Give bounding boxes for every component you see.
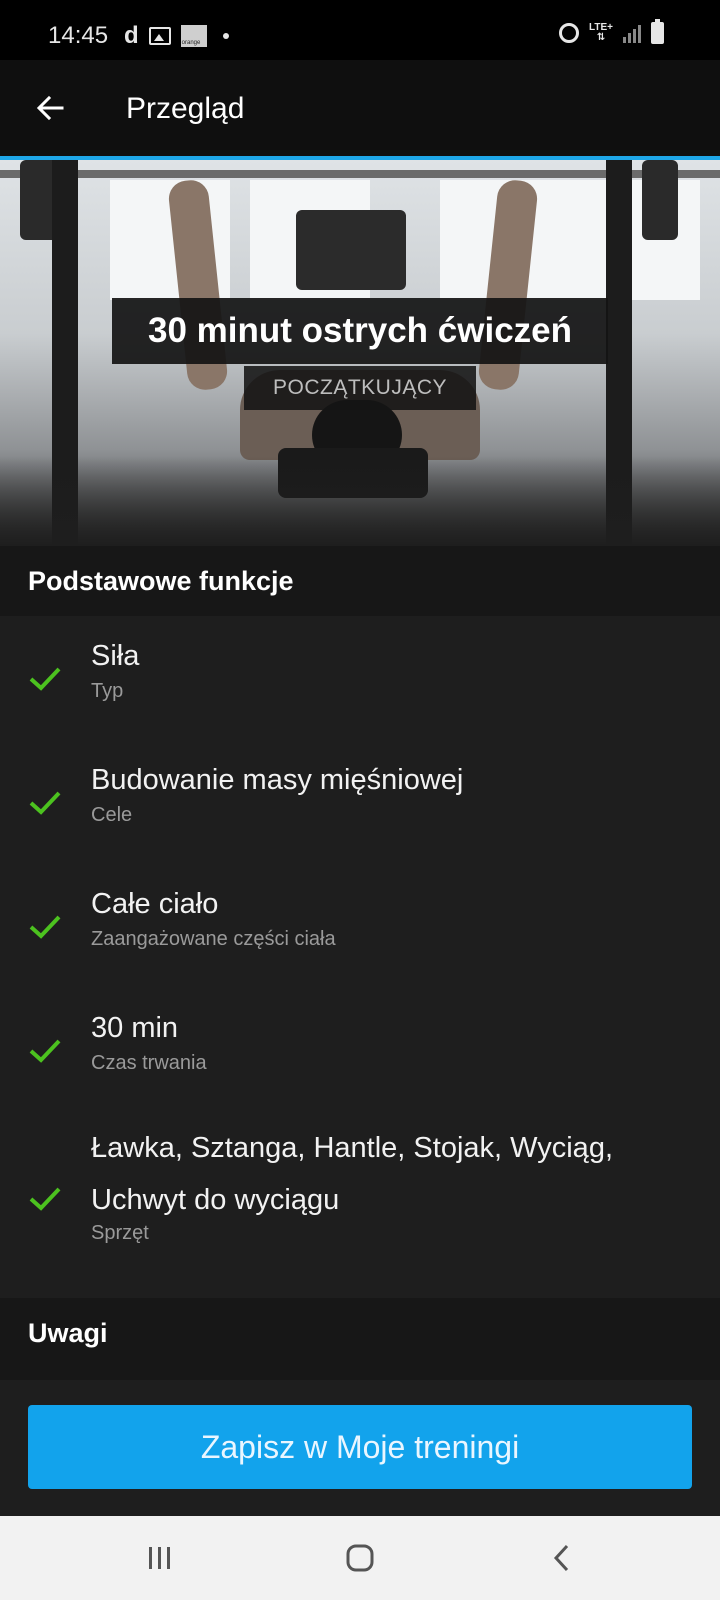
arrow-left-icon <box>36 95 64 121</box>
basics-section-title: Podstawowe funkcje <box>28 566 294 596</box>
feature-label: Cele <box>91 804 133 826</box>
back-nav-button[interactable] <box>532 1534 592 1582</box>
gallery-icon <box>148 27 171 45</box>
d-app-icon: d <box>124 22 139 49</box>
feature-value: Budowanie masy mięśniowej <box>91 764 464 796</box>
recent-apps-icon <box>149 1547 170 1569</box>
home-button[interactable] <box>330 1534 390 1582</box>
feature-value: Całe ciało <box>91 888 219 920</box>
feature-value: 30 min <box>91 1012 179 1044</box>
status-right-icons: LTE+ ⇅ <box>559 19 664 44</box>
carrier-badge-label: orange <box>181 40 201 46</box>
alarm-icon <box>559 23 580 43</box>
feature-label: Zaangażowane części ciała <box>91 928 336 950</box>
lte-label: LTE+ <box>589 22 613 33</box>
list-item: Budowanie masy mięśniowej Cele <box>0 764 720 864</box>
notes-section-title: Uwagi <box>28 1318 108 1348</box>
check-icon <box>29 791 61 815</box>
home-icon <box>346 1544 374 1572</box>
check-icon <box>29 1187 61 1211</box>
workout-title: 30 minut ostrych ćwiczeń <box>112 298 608 364</box>
feature-label: Typ <box>91 680 124 702</box>
feature-label: Czas trwania <box>91 1052 207 1074</box>
battery-icon <box>651 19 664 44</box>
recent-apps-button[interactable] <box>130 1534 190 1582</box>
feature-label: Sprzęt <box>91 1222 149 1244</box>
lte-icon: LTE+ ⇅ <box>589 22 613 43</box>
back-button[interactable] <box>28 86 72 130</box>
check-icon <box>29 667 61 691</box>
list-item: Całe ciało Zaangażowane części ciała <box>0 888 720 988</box>
status-left-icons: d orange <box>124 24 229 48</box>
status-bar: 14:45 d orange LTE+ ⇅ <box>0 0 720 60</box>
list-item: Ławka, Sztanga, Hantle, Stojak, Wyciąg, … <box>0 1132 720 1286</box>
system-nav-bar <box>0 1516 720 1600</box>
difficulty-badge: POCZĄTKUJĄCY <box>244 366 476 410</box>
notes-section-header: Uwagi <box>0 1298 720 1380</box>
dot-icon <box>222 33 229 39</box>
features-list: Siła Typ Budowanie masy mięśniowej Cele … <box>0 616 720 1298</box>
page-title: Przegląd <box>126 92 245 125</box>
check-icon <box>29 1039 61 1063</box>
app-bar: Przegląd <box>0 60 720 156</box>
orange-icon: orange <box>180 25 207 47</box>
list-item: 30 min Czas trwania <box>0 1012 720 1112</box>
save-to-my-workouts-button[interactable]: Zapisz w Moje treningi <box>28 1405 692 1489</box>
feature-value: Siła <box>91 640 140 672</box>
status-time: 14:45 <box>48 22 109 49</box>
list-item: Siła Typ <box>0 640 720 740</box>
check-icon <box>29 915 61 939</box>
signal-icon <box>623 23 641 43</box>
save-area: Zapisz w Moje treningi <box>0 1380 720 1516</box>
basics-section-header: Podstawowe funkcje <box>0 546 720 616</box>
feature-value: Ławka, Sztanga, Hantle, Stojak, Wyciąg, … <box>91 1132 613 1216</box>
back-nav-icon <box>553 1544 569 1572</box>
